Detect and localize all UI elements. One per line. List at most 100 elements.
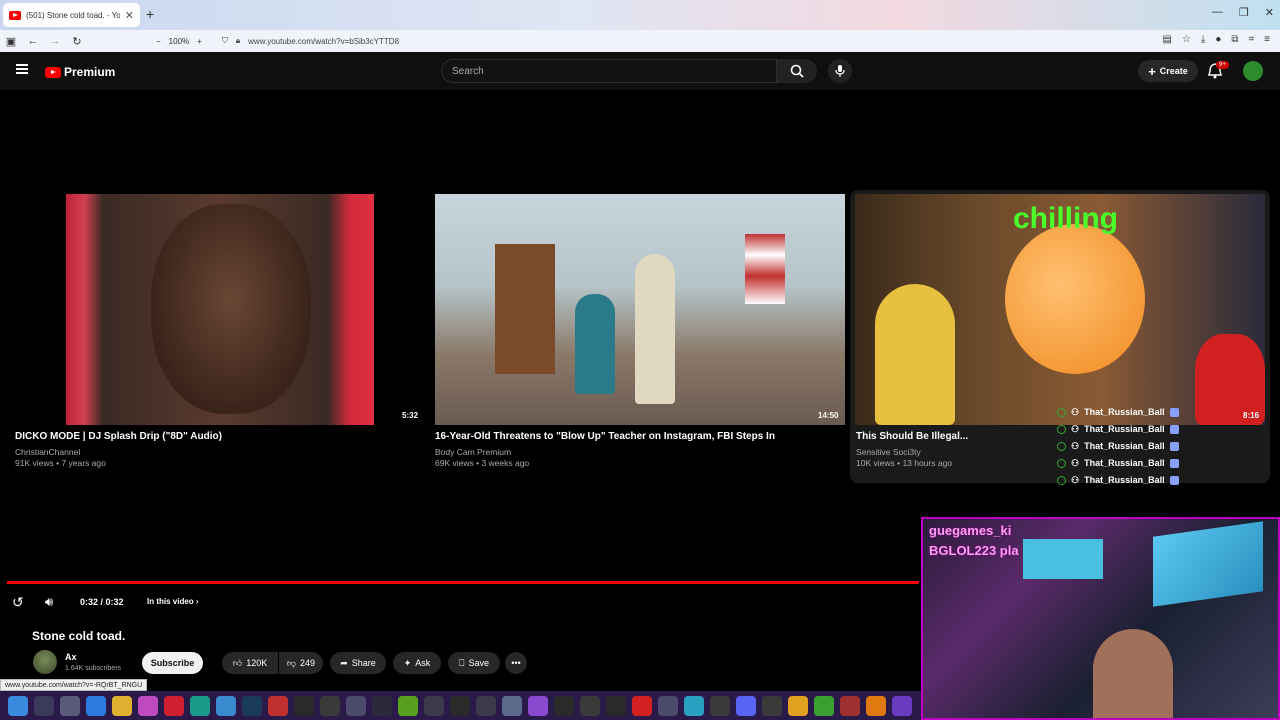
zoom-out-icon[interactable]: −	[156, 37, 161, 46]
close-window-icon[interactable]: ✕	[1265, 6, 1274, 19]
youtube-logo[interactable]: Premium	[45, 65, 115, 79]
card-meta: 91K views • 7 years ago	[15, 458, 106, 468]
app-icon[interactable]	[840, 695, 860, 716]
vlc-icon[interactable]	[866, 695, 886, 716]
app-icon[interactable]	[892, 695, 912, 716]
url-text[interactable]: www.youtube.com/watch?v=bSib3cYTTD8	[248, 37, 399, 46]
search-icon[interactable]	[34, 695, 54, 716]
forward-icon[interactable]: →	[44, 35, 66, 47]
chat-badge-icon	[1169, 476, 1179, 485]
window-controls: — ❐ ✕	[1212, 6, 1274, 19]
app-icon[interactable]	[554, 695, 574, 716]
app-icon[interactable]	[658, 695, 678, 716]
replay-icon[interactable]: ↺	[12, 594, 24, 611]
puzzle-icon[interactable]: ⧉	[1231, 34, 1238, 45]
share-button[interactable]: ➦ Share	[330, 652, 386, 674]
card-meta: 69K views • 3 weeks ago	[435, 458, 530, 468]
chat-line: ⚇ That_Russian_Ball	[1057, 438, 1179, 455]
chat-badge-icon	[1169, 442, 1179, 451]
chat-status-icon	[1057, 442, 1066, 451]
chat-status-icon	[1057, 459, 1066, 468]
obs-icon[interactable]	[294, 695, 314, 716]
screenshot-icon[interactable]: ⌗	[1249, 34, 1255, 45]
app-icon[interactable]	[450, 695, 470, 716]
app-icon[interactable]	[710, 695, 730, 716]
new-tab-button[interactable]: +	[146, 6, 154, 22]
app-icon[interactable]	[762, 695, 782, 716]
app-icon[interactable]	[268, 695, 288, 716]
in-this-video-button[interactable]: In this video ›	[147, 597, 199, 606]
youtube-icon[interactable]	[632, 695, 652, 716]
more-actions-button[interactable]: •••	[505, 652, 527, 674]
channel-name[interactable]: Ax	[65, 652, 77, 662]
thumbnail[interactable]	[66, 194, 374, 425]
settings-icon[interactable]	[502, 695, 522, 716]
globe-icon[interactable]	[216, 695, 236, 716]
chevron-right-icon: ›	[195, 597, 199, 606]
chat-badge-icon	[1169, 425, 1179, 434]
card-channel[interactable]: Body Cam Premium	[435, 447, 511, 457]
shield-icon[interactable]: ⛉	[222, 36, 228, 46]
download-icon[interactable]: ⤓	[1201, 34, 1205, 45]
browser-tab-youtube[interactable]: (501) Stone cold toad. - Yo ✕	[3, 3, 140, 27]
search-button[interactable]	[777, 59, 817, 83]
windows-start-icon[interactable]	[8, 695, 28, 716]
card-title[interactable]: 16-Year-Old Threatens to "Blow Up" Teach…	[435, 431, 775, 442]
opera-icon[interactable]	[164, 695, 184, 716]
app-icon[interactable]	[528, 695, 548, 716]
app-icon[interactable]	[476, 695, 496, 716]
bookmark-star-icon[interactable]: ☆	[1182, 34, 1191, 45]
webcam-overlay: guegames_ki BGLOL223 pla	[921, 517, 1280, 720]
volume-icon[interactable]: 🔊︎	[45, 594, 53, 610]
ask-button[interactable]: ✦ Ask	[393, 652, 441, 674]
voice-search-button[interactable]	[828, 59, 852, 83]
app-icon[interactable]	[580, 695, 600, 716]
app-icon[interactable]	[606, 695, 626, 716]
task-view-icon[interactable]	[60, 695, 80, 716]
search-input[interactable]: Search	[441, 59, 777, 83]
chat-user: That_Russian_Ball	[1084, 441, 1165, 451]
extension-icon[interactable]: ●	[1215, 34, 1221, 45]
discord-icon[interactable]	[736, 695, 756, 716]
back-icon[interactable]: ←	[22, 35, 44, 47]
folder-icon[interactable]	[112, 695, 132, 716]
minimize-icon[interactable]: —	[1212, 6, 1223, 19]
card-channel[interactable]: ChristianChannel	[15, 447, 80, 457]
edge-icon[interactable]	[190, 695, 210, 716]
app-icon[interactable]	[424, 695, 444, 716]
sidebar-toggle-icon[interactable]: ▣	[0, 35, 22, 48]
zoom-level[interactable]: 100%	[169, 37, 189, 46]
app-icon[interactable]	[138, 695, 158, 716]
save-button[interactable]: ⎕ Save	[448, 652, 500, 674]
zoom-in-icon[interactable]: +	[197, 37, 202, 46]
subscribe-button[interactable]: Subscribe	[142, 652, 203, 674]
reader-icon[interactable]: ▤	[1162, 34, 1171, 45]
app-icon[interactable]	[320, 695, 340, 716]
search-icon	[790, 64, 804, 78]
card-title[interactable]: DICKO MODE | DJ Splash Drip ("8D" Audio)	[15, 431, 222, 442]
menu-icon[interactable]: ≡	[1264, 34, 1270, 45]
address-bar[interactable]: ⛉ 🔒︎ www.youtube.com/watch?v=bSib3cYTTD8	[222, 36, 399, 46]
channel-avatar[interactable]	[33, 650, 57, 674]
browser-icon[interactable]	[86, 695, 106, 716]
nvidia-icon[interactable]	[398, 695, 418, 716]
camera-icon[interactable]	[346, 695, 366, 716]
like-button[interactable]: 👍︎ 120K	[222, 652, 278, 674]
app-icon[interactable]	[372, 695, 392, 716]
card-title[interactable]: This Should Be Illegal...	[856, 431, 968, 442]
steam-icon[interactable]	[242, 695, 262, 716]
thumbnail[interactable]	[435, 194, 845, 425]
app-icon[interactable]	[814, 695, 834, 716]
restore-icon[interactable]: ❐	[1239, 6, 1249, 19]
reload-icon[interactable]: ↻	[66, 35, 88, 48]
create-button[interactable]: + Create	[1138, 60, 1198, 82]
hamburger-menu-icon[interactable]	[16, 64, 28, 74]
app-icon[interactable]	[684, 695, 704, 716]
progress-bar[interactable]	[7, 581, 919, 584]
tab-close-icon[interactable]: ✕	[125, 9, 134, 22]
thumbnail[interactable]: chilling	[855, 194, 1265, 425]
chrome-icon[interactable]	[788, 695, 808, 716]
card-channel[interactable]: Sensitive Soci3ty	[856, 447, 921, 457]
dislike-button[interactable]: 👎︎ 249	[279, 652, 323, 674]
account-avatar[interactable]	[1243, 61, 1263, 81]
